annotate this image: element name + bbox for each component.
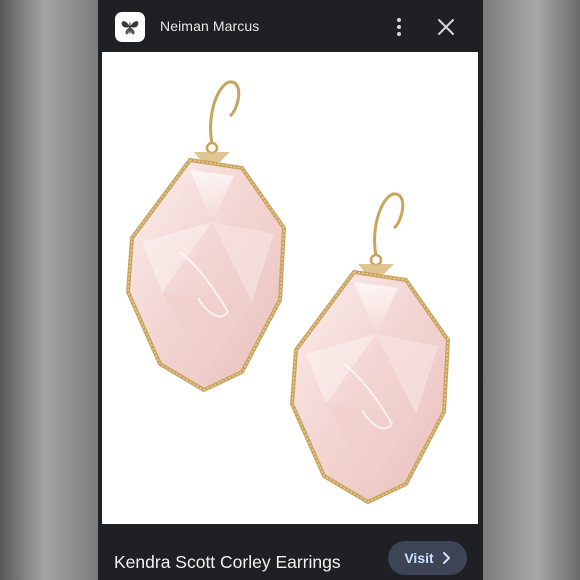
- source-logo[interactable]: [115, 12, 145, 42]
- close-icon: [438, 19, 454, 35]
- visit-label: Visit: [404, 550, 434, 566]
- more-vert-icon-dot: [397, 25, 401, 29]
- top-bar: Neiman Marcus: [98, 0, 483, 52]
- bottom-bar: Kendra Scott Corley Earrings Visit: [98, 528, 483, 580]
- right-earring: [290, 192, 450, 504]
- visit-button[interactable]: Visit: [388, 541, 467, 575]
- earrings-illustration: [126, 80, 450, 504]
- source-name[interactable]: Neiman Marcus: [160, 18, 259, 34]
- chevron-right-icon: [442, 552, 450, 564]
- product-image[interactable]: [102, 52, 478, 524]
- background-right: [483, 0, 580, 580]
- background-left: [0, 0, 98, 580]
- left-earring: [126, 80, 286, 392]
- butterfly-icon: [121, 21, 139, 35]
- close-button[interactable]: [433, 14, 459, 40]
- product-title[interactable]: Kendra Scott Corley Earrings: [114, 552, 341, 573]
- more-vert-icon-dot: [397, 32, 401, 36]
- more-options-button[interactable]: [388, 14, 410, 40]
- more-vert-icon-dot: [397, 18, 401, 22]
- lens-result-panel: Neiman Marcus Kendra Scott Corley Earrin…: [98, 0, 483, 580]
